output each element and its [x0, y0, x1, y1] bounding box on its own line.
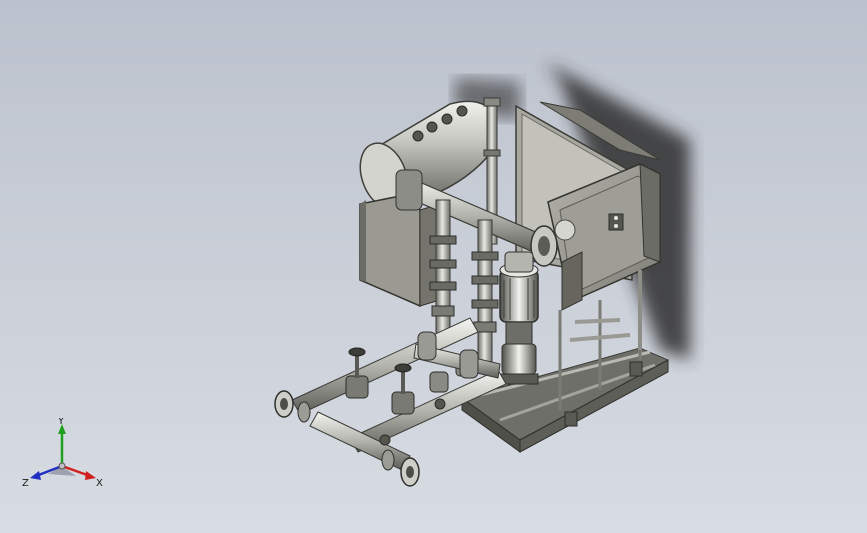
z-axis-label: Z: [22, 478, 29, 489]
y-axis-label: Y: [57, 418, 65, 427]
pump-body: [501, 343, 537, 375]
handwheel-icon[interactable]: [348, 347, 366, 357]
coordinate-triad: Y X Z: [22, 418, 103, 489]
x-axis-label: X: [96, 478, 103, 489]
cabinet-lamp: [554, 219, 576, 241]
handwheel-icon[interactable]: [394, 363, 412, 373]
vertical-pump[interactable]: [499, 251, 539, 385]
tank-support-housing[interactable]: [359, 195, 441, 308]
gate-valve-mid[interactable]: [391, 363, 415, 415]
booster-pump-skid-model[interactable]: [0, 0, 867, 533]
pump-motor: [499, 269, 539, 323]
cad-viewport[interactable]: Y X Z: [0, 0, 867, 533]
